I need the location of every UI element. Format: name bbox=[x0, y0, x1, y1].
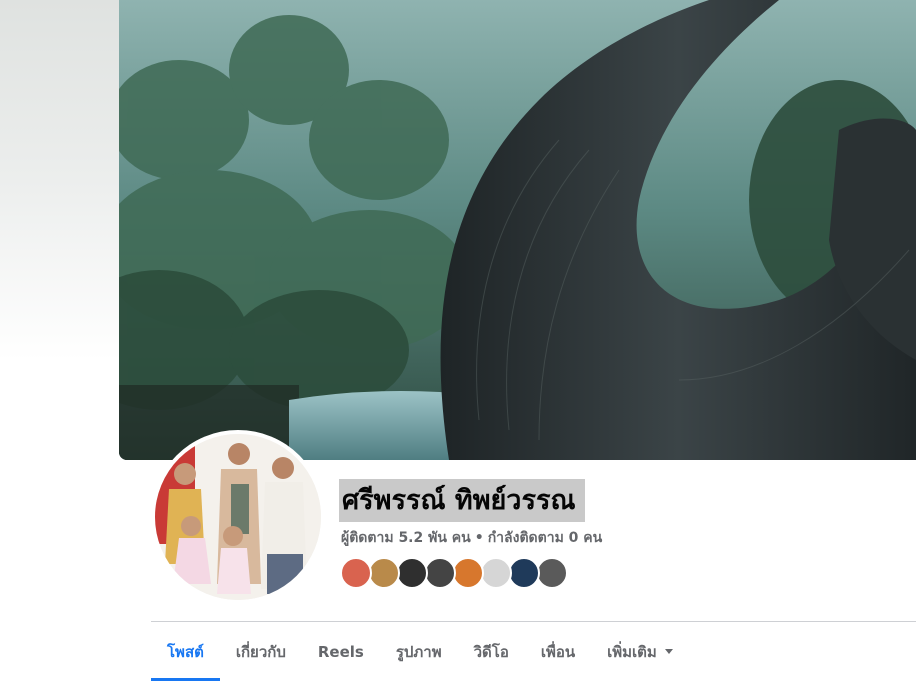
tab-2[interactable]: Reels bbox=[302, 622, 380, 681]
profile-name: ศรีพรรณ์ ทิพย์วรรณ bbox=[339, 479, 585, 522]
tab-label: รูปภาพ bbox=[395, 642, 442, 661]
tab-label: วิดีโอ bbox=[473, 642, 509, 661]
stats-separator: • bbox=[474, 530, 484, 546]
caret-down-icon bbox=[664, 649, 673, 654]
tab-label: โพสต์ bbox=[167, 642, 204, 661]
friend-avatar[interactable] bbox=[536, 557, 568, 589]
followers-link[interactable]: ผู้ติดตาม 5.2 พัน คน bbox=[341, 530, 471, 546]
friend-avatar[interactable] bbox=[396, 557, 428, 589]
tab-label: Reels bbox=[317, 642, 364, 661]
following-link[interactable]: กำลังติดตาม 0 คน bbox=[488, 530, 603, 546]
cover-photo-illustration bbox=[119, 0, 916, 460]
friend-avatar[interactable] bbox=[508, 557, 540, 589]
tab-label: เพื่อน bbox=[540, 642, 576, 661]
tab-0[interactable]: โพสต์ bbox=[151, 622, 220, 681]
friend-avatar[interactable] bbox=[340, 557, 372, 589]
tab-label: เกี่ยวกับ bbox=[235, 642, 286, 661]
tab-3[interactable]: รูปภาพ bbox=[380, 622, 458, 681]
friend-avatar[interactable] bbox=[368, 557, 400, 589]
friends-avatar-stack bbox=[340, 557, 568, 589]
friend-avatar[interactable] bbox=[424, 557, 456, 589]
family-photo-illustration bbox=[155, 434, 321, 600]
profile-tabs: โพสต์ เกี่ยวกับ Reels รูปภาพ วิดีโอ เพื่อน เพิ… bbox=[151, 622, 689, 681]
profile-avatar[interactable] bbox=[151, 430, 325, 604]
tab-5[interactable]: เพื่อน bbox=[525, 622, 591, 681]
tab-1[interactable]: เกี่ยวกับ bbox=[220, 622, 302, 681]
friend-avatar[interactable] bbox=[452, 557, 484, 589]
avatar-photo bbox=[155, 434, 321, 600]
tab-6[interactable]: เพิ่มเติม bbox=[591, 622, 689, 681]
tab-label: เพิ่มเติม bbox=[607, 642, 657, 661]
friend-avatar[interactable] bbox=[480, 557, 512, 589]
profile-stats: ผู้ติดตาม 5.2 พัน คน • กำลังติดตาม 0 คน bbox=[341, 527, 602, 549]
tab-4[interactable]: วิดีโอ bbox=[458, 622, 525, 681]
cover-photo[interactable] bbox=[119, 0, 916, 460]
